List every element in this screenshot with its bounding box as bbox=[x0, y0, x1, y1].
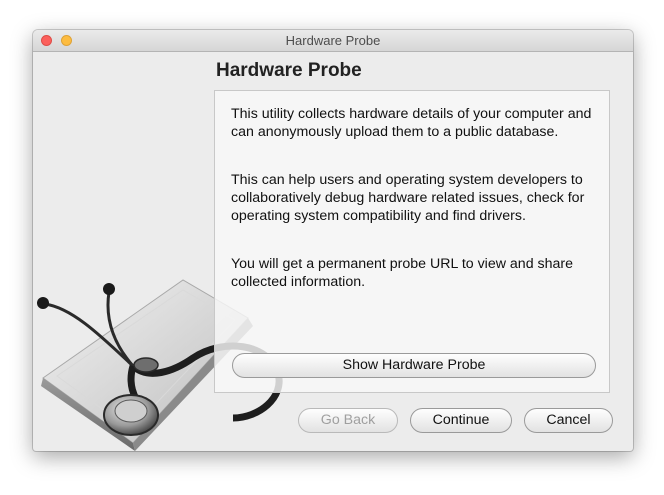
title-bar[interactable]: Hardware Probe bbox=[33, 30, 633, 52]
show-hardware-probe-button[interactable]: Show Hardware Probe bbox=[232, 353, 596, 378]
window-title: Hardware Probe bbox=[285, 33, 381, 48]
page-heading: Hardware Probe bbox=[216, 60, 362, 81]
cancel-button[interactable]: Cancel bbox=[524, 408, 613, 433]
url-paragraph: You will get a permanent probe URL to vi… bbox=[231, 256, 574, 290]
continue-button[interactable]: Continue bbox=[410, 408, 512, 433]
intro-paragraph: This utility collects hardware details o… bbox=[231, 106, 592, 140]
description-panel: This utility collects hardware details o… bbox=[214, 90, 610, 393]
go-back-button[interactable]: Go Back bbox=[298, 408, 398, 433]
benefit-paragraph: This can help users and operating system… bbox=[231, 172, 585, 224]
installer-window: Hardware Probe Hardware Probe This utili… bbox=[33, 30, 633, 451]
